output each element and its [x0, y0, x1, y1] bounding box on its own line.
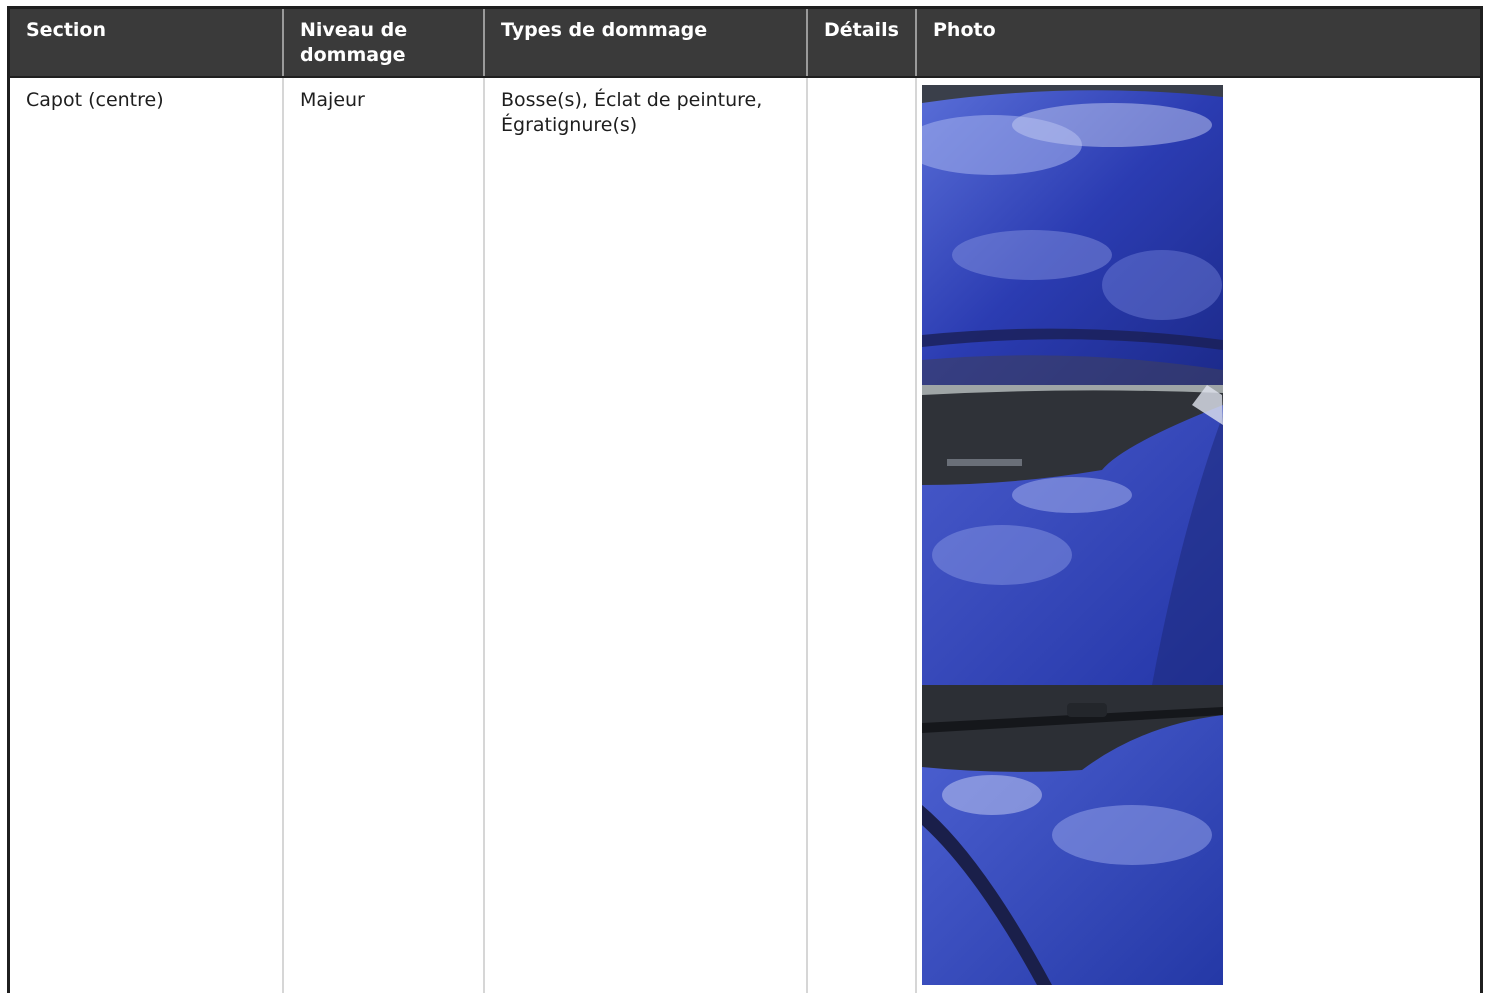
table-row: Capot (centre) Majeur Bosse(s), Éclat de…: [10, 78, 1480, 993]
cell-section: Capot (centre): [10, 78, 284, 993]
cell-damage-level: Majeur: [284, 78, 485, 993]
header-photo: Photo: [933, 19, 996, 41]
header-damage-level: Niveau de dommage: [284, 9, 485, 76]
car-hood-photo-1[interactable]: [922, 85, 1223, 385]
cell-details: [808, 78, 917, 993]
header-details: Détails: [808, 9, 917, 76]
header-damage-types: Types de dommage: [485, 9, 808, 76]
car-hood-photo-2[interactable]: [922, 385, 1223, 685]
cell-damage-types: Bosse(s), Éclat de peinture, Égratignure…: [485, 78, 808, 993]
car-hood-photo-3[interactable]: [922, 685, 1223, 985]
table-header: Section Niveau de dommage Types de domma…: [10, 9, 1480, 78]
header-section: Section: [10, 9, 284, 76]
damage-table: Section Niveau de dommage Types de domma…: [7, 6, 1483, 993]
